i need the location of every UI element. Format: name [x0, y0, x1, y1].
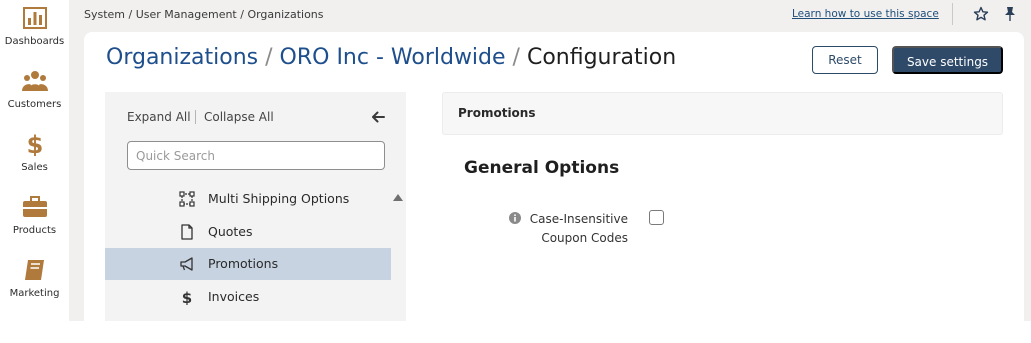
tree-item-label: Multi Shipping Options: [208, 191, 350, 206]
save-settings-button[interactable]: Save settings: [892, 46, 1003, 74]
bottom-strip: [0, 321, 1031, 343]
case-insensitive-label: Case-Insensitive Coupon Codes: [529, 212, 628, 245]
title-current: Configuration: [526, 45, 677, 70]
arrow-left-icon[interactable]: [371, 110, 385, 124]
reset-button[interactable]: Reset: [812, 46, 878, 74]
multi-shipping-icon: [179, 191, 195, 207]
nav-label: Products: [12, 225, 57, 236]
nav-item-customers[interactable]: Customers: [0, 69, 69, 110]
case-insensitive-checkbox[interactable]: [649, 210, 664, 225]
tree-item-label: Invoices: [208, 289, 260, 304]
nav-label: Sales: [21, 162, 48, 173]
tree-item-multi-shipping[interactable]: Multi Shipping Options: [105, 183, 391, 215]
title-separator: /: [265, 45, 273, 70]
nav-item-sales[interactable]: $ Sales: [0, 132, 69, 173]
book-icon: [24, 260, 44, 280]
section-header: Promotions: [442, 92, 1003, 135]
nav-label: Customers: [7, 99, 62, 110]
users-icon: [21, 71, 48, 91]
tree-item-label: Quotes: [208, 224, 253, 239]
tree-item-promotions[interactable]: Promotions: [105, 248, 391, 280]
nav-item-products[interactable]: Products: [0, 195, 69, 236]
expand-all-link[interactable]: Expand All: [127, 110, 191, 124]
header-divider: [952, 3, 953, 25]
app-navigation: Dashboards Customers $ Sales Products Ma…: [0, 0, 69, 321]
pin-icon[interactable]: [1003, 6, 1017, 22]
svg-text:$: $: [26, 132, 43, 156]
title-separator: /: [512, 45, 520, 70]
title-link-organization[interactable]: ORO Inc - Worldwide: [280, 45, 506, 70]
quick-search-input[interactable]: [127, 141, 385, 170]
nav-item-marketing[interactable]: Marketing: [0, 258, 69, 299]
breadcrumb: System / User Management / Organizations: [84, 8, 324, 21]
scroll-up-icon[interactable]: [393, 193, 403, 201]
group-title: General Options: [464, 158, 620, 178]
tree-item-invoices[interactable]: $ Invoices: [105, 281, 391, 313]
page-title: Organizations / ORO Inc - Worldwide / Co…: [106, 45, 676, 70]
tree-link-divider: [195, 110, 196, 124]
collapse-all-link[interactable]: Collapse All: [204, 110, 274, 124]
bar-chart-icon: [22, 7, 47, 29]
tree-item-label: Promotions: [208, 256, 279, 271]
star-icon[interactable]: [973, 6, 989, 22]
document-icon: [181, 224, 193, 240]
title-link-organizations[interactable]: Organizations: [106, 45, 258, 70]
nav-label: Dashboards: [4, 36, 65, 47]
megaphone-icon: [180, 257, 193, 271]
nav-label: Marketing: [9, 288, 60, 299]
dollar-icon: $: [182, 289, 192, 305]
tree-item-quotes[interactable]: Quotes: [105, 216, 391, 248]
dollar-icon: $: [26, 132, 43, 156]
learn-how-link[interactable]: Learn how to use this space: [792, 8, 939, 20]
briefcase-icon: [22, 196, 47, 217]
svg-text:$: $: [182, 289, 192, 305]
section-header-label: Promotions: [458, 106, 536, 120]
nav-item-dashboards[interactable]: Dashboards: [0, 6, 69, 47]
